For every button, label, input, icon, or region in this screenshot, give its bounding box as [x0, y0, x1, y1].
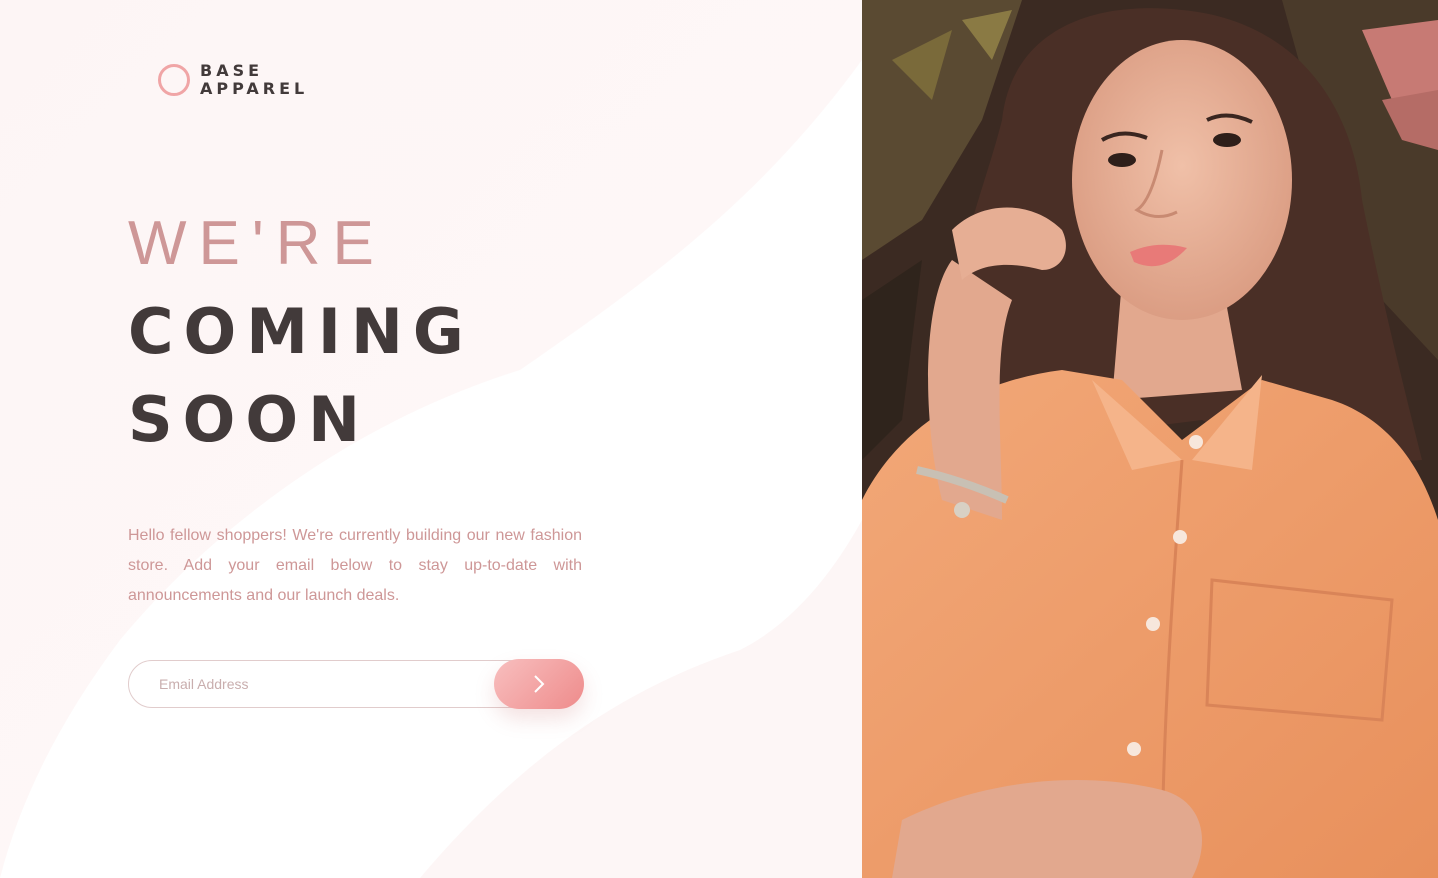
- logo-circle-icon: [158, 64, 190, 96]
- headline-light: WE'RE: [128, 209, 386, 278]
- logo-line-2: APPAREL: [200, 79, 309, 98]
- hero-photo: [862, 0, 1438, 878]
- brand-logo[interactable]: BASE APPAREL: [158, 62, 308, 98]
- email-signup-form: [128, 659, 584, 709]
- chevron-right-icon: [534, 675, 545, 693]
- logo-line-1: BASE: [200, 61, 264, 80]
- hero-panel: [862, 0, 1438, 878]
- coming-soon-page: BASE APPAREL WE'RE COMING SOON Hello fel…: [0, 0, 1438, 878]
- page-headline: WE'RE COMING SOON: [128, 200, 474, 464]
- headline-bold-1: COMING: [128, 295, 474, 368]
- headline-bold-2: SOON: [128, 383, 370, 456]
- description-text: Hello fellow shoppers! We're currently b…: [128, 527, 582, 604]
- left-panel: BASE APPAREL WE'RE COMING SOON Hello fel…: [0, 0, 862, 878]
- submit-button[interactable]: [494, 659, 584, 709]
- logo-wordmark: BASE APPAREL: [200, 62, 308, 98]
